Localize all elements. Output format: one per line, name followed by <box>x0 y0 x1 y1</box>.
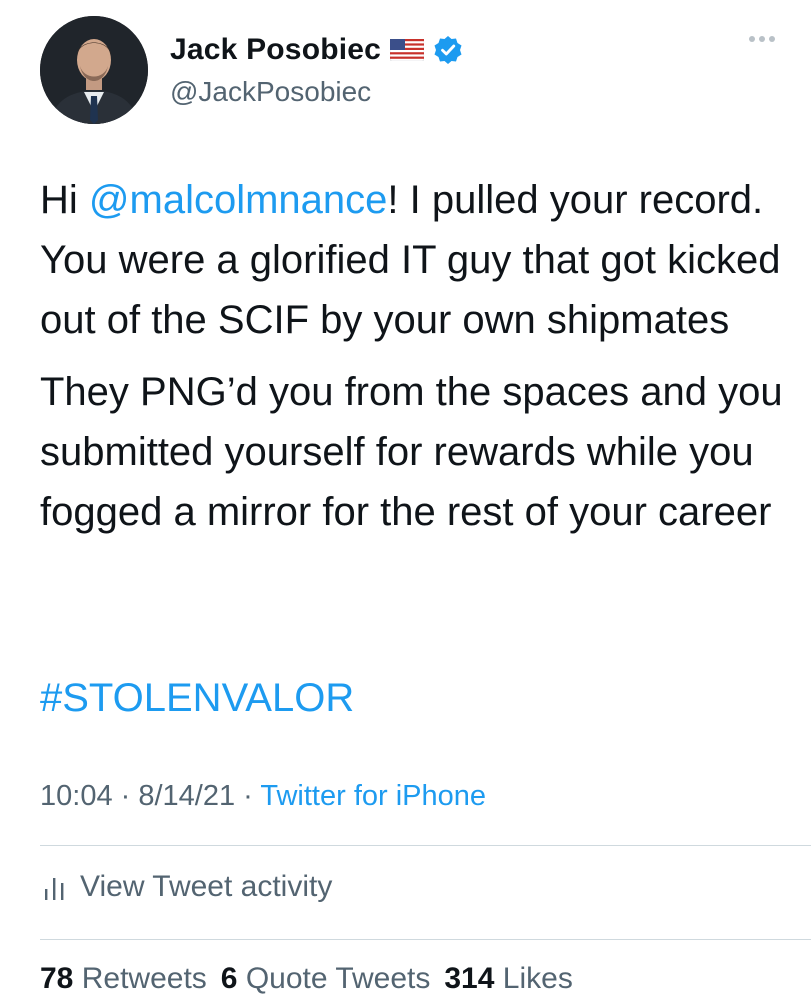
quote-tweets-label: Quote Tweets <box>245 962 431 995</box>
author-name-row: Jack Posobiec <box>170 30 463 70</box>
tweet-paragraph-2: They PNG’d you from the spaces and you s… <box>40 370 783 534</box>
likes-count: 314 <box>444 962 495 995</box>
divider <box>40 845 811 846</box>
mention-link[interactable]: @malcolmnance <box>89 178 388 222</box>
tweet-date[interactable]: 8/14/21 <box>138 780 235 812</box>
avatar[interactable] <box>40 16 148 124</box>
hashtag-link[interactable]: #STOLENVALOR <box>40 676 354 720</box>
us-flag-icon <box>389 38 425 62</box>
meta-separator: · <box>235 780 261 812</box>
quote-tweets-stat[interactable]: 6 Quote Tweets <box>221 962 431 995</box>
meta-separator: · <box>112 780 139 812</box>
tweet-time[interactable]: 10:04 <box>40 780 113 812</box>
likes-label: Likes <box>502 962 573 995</box>
tweet-text-prefix: Hi <box>40 178 89 222</box>
tweet-source-link[interactable]: Twitter for iPhone <box>260 780 486 812</box>
analytics-bars-icon <box>45 878 64 900</box>
view-tweet-activity-button[interactable]: View Tweet activity <box>42 870 332 904</box>
divider <box>40 939 811 940</box>
tweet-text: Hi @malcolmnance! I pulled your record. … <box>40 170 800 542</box>
verified-badge-icon <box>433 35 463 65</box>
view-tweet-activity-label: View Tweet activity <box>80 870 333 903</box>
avatar-photo <box>40 16 148 124</box>
tweet-metadata: 10:04 · 8/14/21 · Twitter for iPhone <box>40 780 486 813</box>
tweet-paragraph-1: Hi @malcolmnance! I pulled your record. … <box>40 170 800 350</box>
likes-stat[interactable]: 314 Likes <box>444 962 572 995</box>
tweet-stats: 78 Retweets 6 Quote Tweets 314 Likes <box>40 962 587 996</box>
retweets-stat[interactable]: 78 Retweets <box>40 962 207 995</box>
author-display-name[interactable]: Jack Posobiec <box>170 33 381 67</box>
author-handle[interactable]: @JackPosobiec <box>170 76 371 108</box>
quote-tweets-count: 6 <box>220 962 238 995</box>
more-options-icon[interactable] <box>749 36 775 42</box>
retweets-label: Retweets <box>81 962 207 995</box>
retweets-count: 78 <box>40 962 74 995</box>
